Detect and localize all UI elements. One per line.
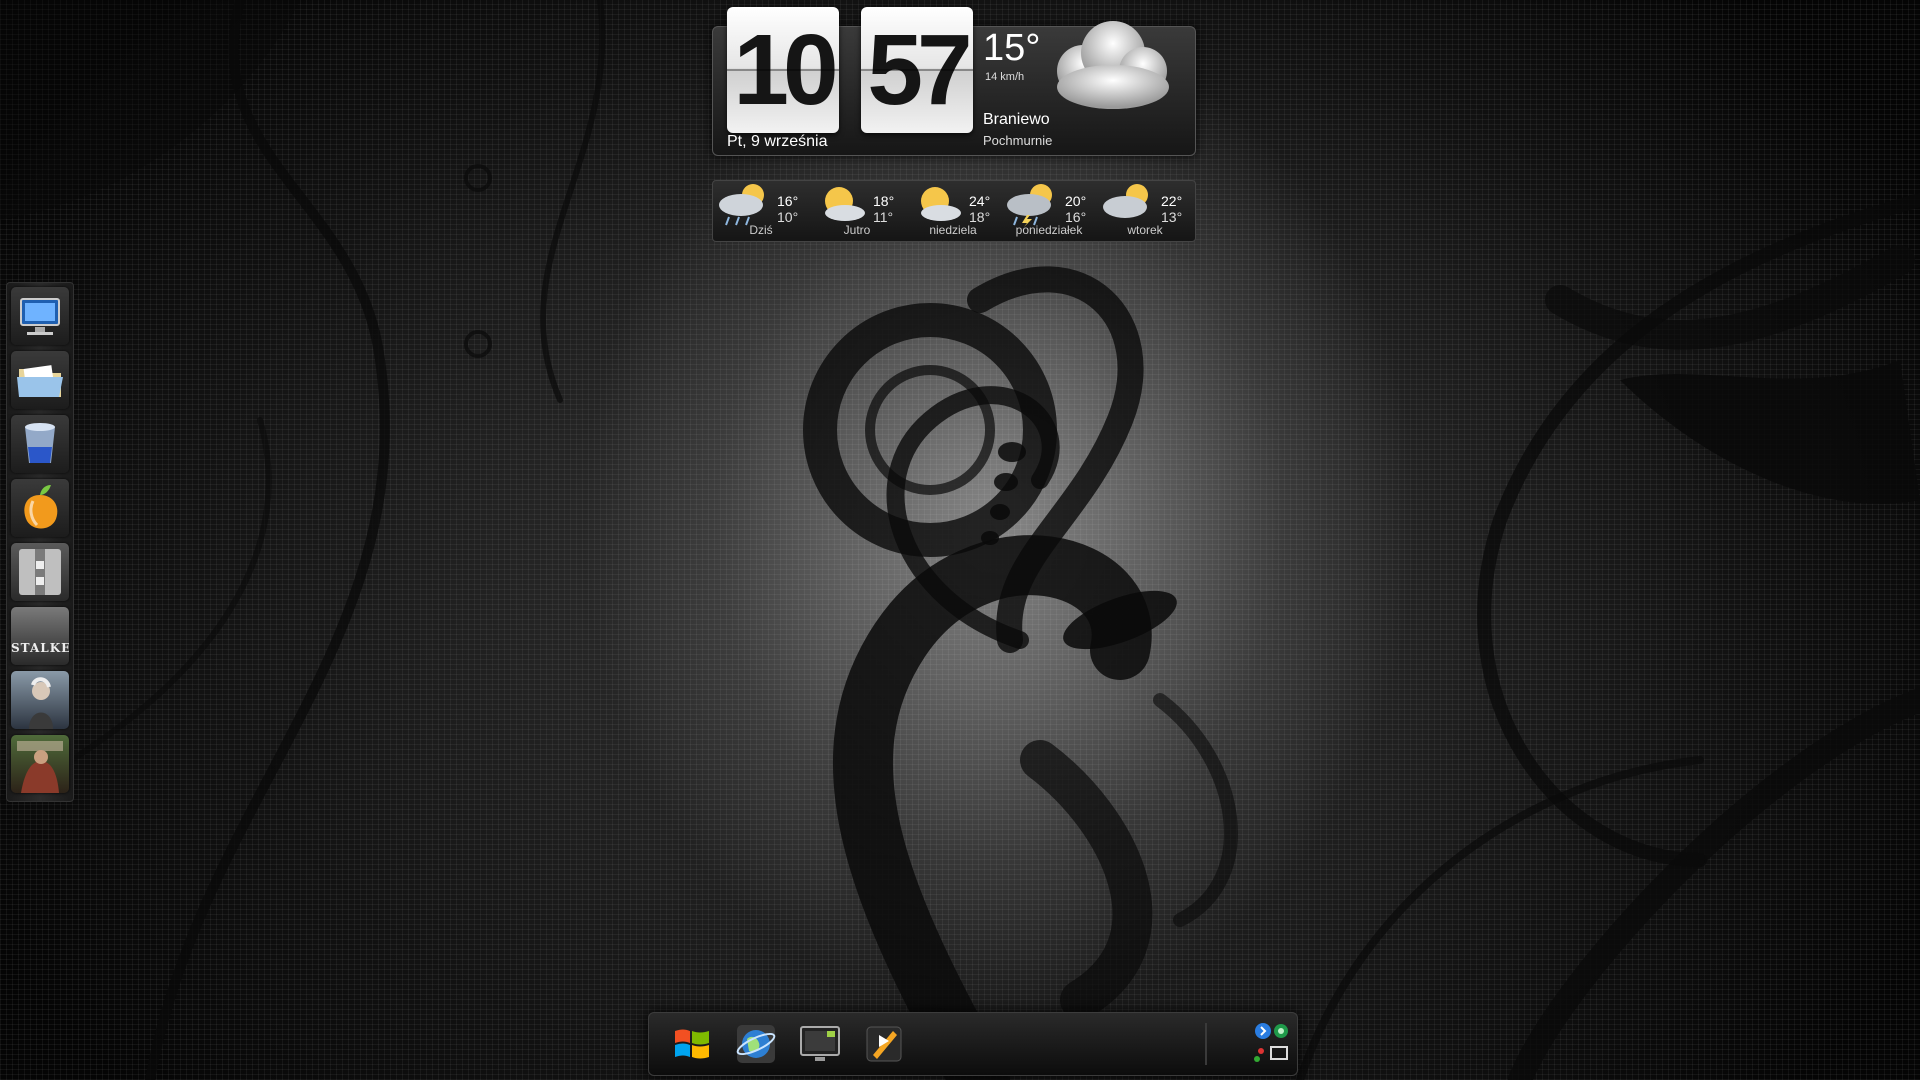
wallpaper-swirl-art — [0, 0, 1920, 1080]
clock-weather-widget[interactable]: 10 57 Pt, 9 września 15° 14 km/h Braniew… — [712, 7, 1196, 156]
cloud-sun-icon — [1103, 184, 1148, 218]
forecast-day-name: wtorek — [1127, 223, 1163, 237]
globe-browser-icon[interactable] — [733, 1021, 779, 1067]
weather-condition: Pochmurnie — [983, 133, 1053, 148]
clock-date: Pt, 9 września — [727, 133, 828, 150]
folder-icon[interactable] — [11, 351, 69, 409]
cloud-icon — [1057, 21, 1169, 109]
forecast-high: 24° — [969, 193, 991, 209]
recycle-bin-icon[interactable] — [11, 415, 69, 473]
wind-speed: 14 km/h — [985, 71, 1025, 83]
forecast-high: 16° — [777, 193, 799, 209]
forecast-day-name: Jutro — [843, 223, 871, 237]
forecast-day: 16° 10° Dziś — [713, 181, 809, 241]
forecast-day: 18° 11° Jutro — [809, 181, 905, 241]
app-launcher: STALKER — [6, 282, 74, 802]
zipper-icon[interactable] — [11, 543, 69, 601]
storm-sun-icon — [1007, 184, 1052, 227]
stalker-game-icon[interactable]: STALKER — [11, 607, 69, 665]
clock-hour-card: 10 — [727, 7, 839, 133]
witcher-game-icon[interactable] — [11, 671, 69, 729]
rain-sun-icon — [719, 184, 764, 226]
forecast-day: 22° 13° wtorek — [1097, 181, 1193, 241]
forecast-day-name: Dziś — [749, 223, 773, 237]
system-tray — [1249, 1019, 1295, 1069]
shortcut-icon[interactable] — [1249, 1019, 1295, 1069]
forecast-day-name: poniedziałek — [1015, 223, 1083, 237]
forecast-high: 22° — [1161, 193, 1183, 209]
forecast-day: 24° 18° niedziela — [905, 181, 1001, 241]
dead-island-game-icon[interactable] — [11, 735, 69, 793]
forecast-day: 20° 16° poniedziałek — [1001, 181, 1097, 241]
dock-divider — [1205, 1023, 1207, 1065]
weather-forecast[interactable]: 16° 10° Dziś 18° 11° Jutro 24° 18° niedz… — [712, 180, 1196, 242]
computer-icon[interactable] — [11, 287, 69, 345]
clock-minute-card: 57 — [861, 7, 973, 133]
forecast-day-name: niedziela — [929, 223, 977, 237]
monitor-icon[interactable] — [797, 1021, 843, 1067]
partly-sunny-icon — [921, 187, 961, 221]
current-temperature: 15° — [983, 27, 1041, 69]
stalker-title: STALKER — [11, 641, 69, 655]
partly-sunny-icon — [825, 187, 865, 221]
forecast-high: 18° — [873, 193, 895, 209]
windows-start-icon[interactable] — [669, 1021, 715, 1067]
media-player-icon[interactable] — [861, 1021, 907, 1067]
fl-studio-icon[interactable] — [11, 479, 69, 537]
taskbar-dock — [648, 1012, 1298, 1076]
forecast-high: 20° — [1065, 193, 1087, 209]
